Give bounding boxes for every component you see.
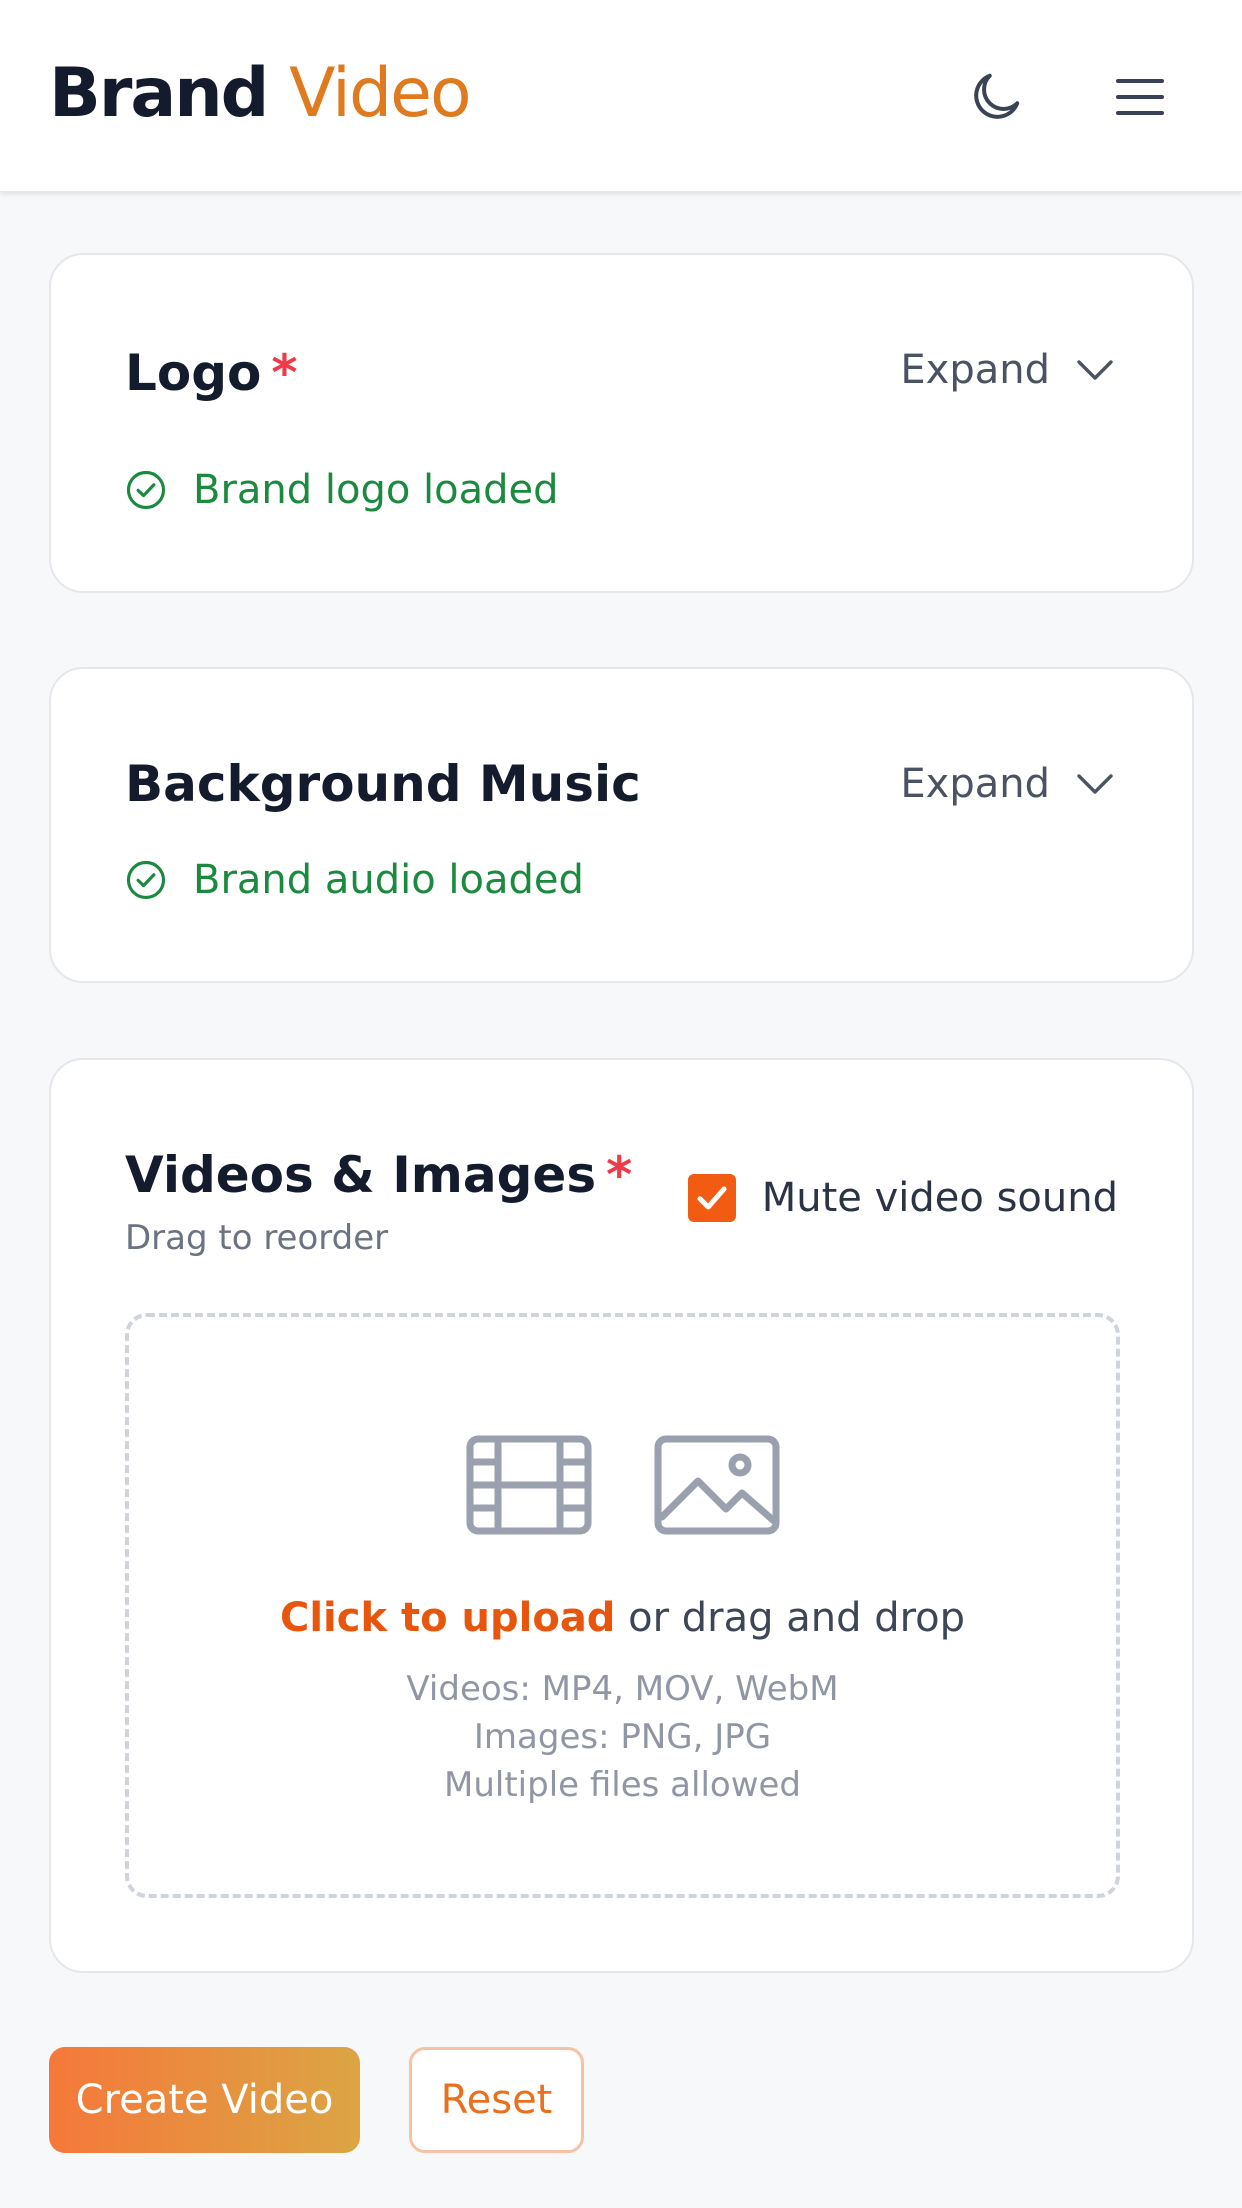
hamburger-menu-icon <box>1116 79 1164 115</box>
checkmark-icon <box>697 1186 727 1210</box>
dropzone-icons <box>129 1435 1116 1535</box>
expand-label: Expand <box>900 761 1050 807</box>
logo-expand-button[interactable]: Expand <box>900 345 1114 395</box>
media-section-subtitle: Drag to reorder <box>125 1218 389 1258</box>
brand-name-accent: Video <box>289 54 472 133</box>
film-icon <box>466 1435 591 1535</box>
media-title-text: Videos & Images <box>125 1146 597 1204</box>
file-dropzone[interactable]: Click to upload or drag and drop Videos:… <box>125 1313 1120 1898</box>
theme-toggle-button[interactable] <box>966 67 1026 127</box>
dropzone-instruction: Click to upload or drag and drop <box>129 1595 1116 1641</box>
check-circle-icon <box>126 470 166 510</box>
expand-label: Expand <box>900 347 1050 393</box>
check-circle-icon <box>126 860 166 900</box>
multiple-files-text: Multiple files allowed <box>444 1765 801 1805</box>
logo-title-text: Logo <box>125 344 262 402</box>
brand-logo[interactable]: Brand Video <box>49 52 472 136</box>
music-section-title: Background Music <box>125 755 641 813</box>
music-status: Brand audio loaded <box>125 855 584 905</box>
brand-name-main: Brand <box>49 54 269 133</box>
app-header: Brand Video <box>0 0 1242 192</box>
image-icon <box>654 1435 779 1535</box>
logo-section-title: Logo * <box>125 343 298 403</box>
reset-button[interactable]: Reset <box>409 2047 584 2153</box>
logo-section-card: Logo * Expand Brand logo loaded <box>49 253 1194 593</box>
music-expand-button[interactable]: Expand <box>900 759 1114 809</box>
media-section-card: Videos & Images * Drag to reorder Mute vi… <box>49 1058 1194 1973</box>
required-mark: * <box>271 344 298 402</box>
drag-drop-text: or drag and drop <box>615 1595 966 1641</box>
logo-status-text: Brand logo loaded <box>193 467 559 513</box>
menu-button[interactable] <box>1112 72 1168 122</box>
chevron-down-icon <box>1077 774 1113 794</box>
music-section-card: Background Music Expand Brand audio load… <box>49 667 1194 983</box>
required-mark: * <box>606 1146 633 1204</box>
mute-video-toggle[interactable]: Mute video sound <box>687 1174 1118 1222</box>
click-to-upload-link[interactable]: Click to upload <box>280 1595 615 1641</box>
chevron-down-icon <box>1077 360 1113 380</box>
logo-status: Brand logo loaded <box>125 465 559 515</box>
mute-video-label: Mute video sound <box>761 1175 1118 1221</box>
image-formats-text: Images: PNG, JPG <box>473 1717 772 1757</box>
moon-icon <box>974 73 1020 119</box>
create-video-button[interactable]: Create Video <box>49 2047 360 2153</box>
mute-video-checkbox[interactable] <box>687 1174 736 1222</box>
media-section-title: Videos & Images * <box>125 1145 632 1205</box>
video-formats-text: Videos: MP4, MOV, WebM <box>406 1669 839 1709</box>
music-status-text: Brand audio loaded <box>193 857 584 903</box>
